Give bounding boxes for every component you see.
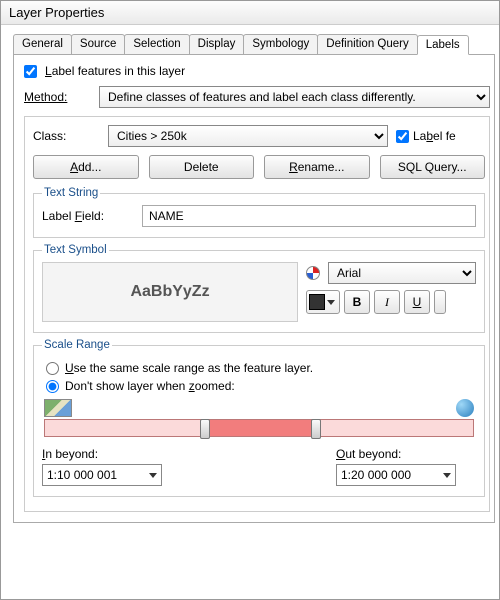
scale-dont-show-radio[interactable] (46, 380, 59, 393)
font-select[interactable]: Arial (328, 262, 476, 284)
out-beyond-value: 1:20 000 000 (341, 468, 411, 482)
class-button-row: Add... Delete Rename... SQL Query... (33, 155, 485, 179)
label-features-row: Label features in this layer (24, 64, 490, 78)
scale-same-label: Use the same scale range as the feature … (65, 361, 313, 375)
method-row: Method: Define classes of features and l… (24, 86, 490, 108)
scale-range-legend: Scale Range (42, 339, 112, 351)
scale-track[interactable] (44, 419, 474, 437)
out-beyond-label: Out beyond: (336, 447, 476, 461)
bold-button[interactable]: B (344, 290, 370, 314)
chevron-down-icon (327, 300, 335, 305)
tab-source[interactable]: Source (71, 34, 125, 54)
tab-display[interactable]: Display (189, 34, 245, 54)
chevron-down-icon (443, 473, 451, 478)
more-text-button[interactable] (434, 290, 446, 314)
text-string-group: Text String Label Field: (33, 187, 485, 238)
dialog-title: Layer Properties (1, 1, 499, 25)
tab-general[interactable]: General (13, 34, 72, 54)
scale-track-fill (205, 420, 315, 436)
method-select[interactable]: Define classes of features and label eac… (99, 86, 490, 108)
scale-thumb-min[interactable] (200, 419, 210, 439)
font-color-picker[interactable] (306, 290, 340, 314)
scale-bounds-row: In beyond: 1:10 000 001 Out beyond: 1:20… (42, 447, 476, 486)
method-label: Method: (24, 90, 99, 104)
add-button[interactable]: Add... (33, 155, 139, 179)
delete-button[interactable]: Delete (149, 155, 255, 179)
text-symbol-group: Text Symbol AaBbYyZz Arial (33, 244, 485, 333)
scale-thumb-max[interactable] (311, 419, 321, 439)
dialog-content: General Source Selection Display Symbolo… (1, 25, 499, 599)
label-features-label: Label features in this layer (45, 64, 185, 78)
class-label: Class: (33, 129, 108, 143)
font-flag-icon (306, 266, 320, 280)
tab-labels[interactable]: Labels (417, 35, 469, 55)
scale-same-radio[interactable] (46, 362, 59, 375)
class-label-features-checkbox[interactable] (396, 130, 409, 143)
map-thumbnail-icon (44, 399, 72, 417)
in-beyond-value: 1:10 000 001 (47, 468, 117, 482)
text-string-legend: Text String (42, 187, 100, 199)
sql-query-button[interactable]: SQL Query... (380, 155, 486, 179)
rename-button[interactable]: Rename... (264, 155, 370, 179)
label-features-checkbox[interactable] (24, 65, 37, 78)
italic-button[interactable]: I (374, 290, 400, 314)
scale-dont-show-label: Don't show layer when zoomed: (65, 379, 235, 393)
scale-range-group: Scale Range Use the same scale range as … (33, 339, 485, 497)
text-symbol-legend: Text Symbol (42, 244, 109, 256)
in-beyond-label: In beyond: (42, 447, 182, 461)
underline-button[interactable]: U (404, 290, 430, 314)
scale-slider (44, 399, 474, 437)
chevron-down-icon (149, 473, 157, 478)
in-beyond-combo[interactable]: 1:10 000 001 (42, 464, 162, 486)
tab-selection[interactable]: Selection (124, 34, 189, 54)
tab-definition-query[interactable]: Definition Query (317, 34, 417, 54)
globe-icon (456, 399, 474, 417)
label-field-label: Label Field: (42, 209, 142, 223)
out-beyond-combo[interactable]: 1:20 000 000 (336, 464, 456, 486)
class-row: Class: Cities > 250k Label fe (33, 125, 485, 147)
color-swatch-icon (309, 294, 325, 310)
tab-strip: General Source Selection Display Symbolo… (13, 34, 495, 55)
tab-symbology[interactable]: Symbology (243, 34, 318, 54)
class-inner-panel: Class: Cities > 250k Label fe Add... Del… (24, 116, 490, 512)
class-select[interactable]: Cities > 250k (108, 125, 388, 147)
class-label-features-label: Label fe (413, 129, 456, 143)
labels-panel: Label features in this layer Method: Def… (13, 54, 495, 523)
layer-properties-dialog: Layer Properties General Source Selectio… (0, 0, 500, 600)
text-symbol-preview: AaBbYyZz (42, 262, 298, 322)
label-field-input[interactable] (142, 205, 476, 227)
